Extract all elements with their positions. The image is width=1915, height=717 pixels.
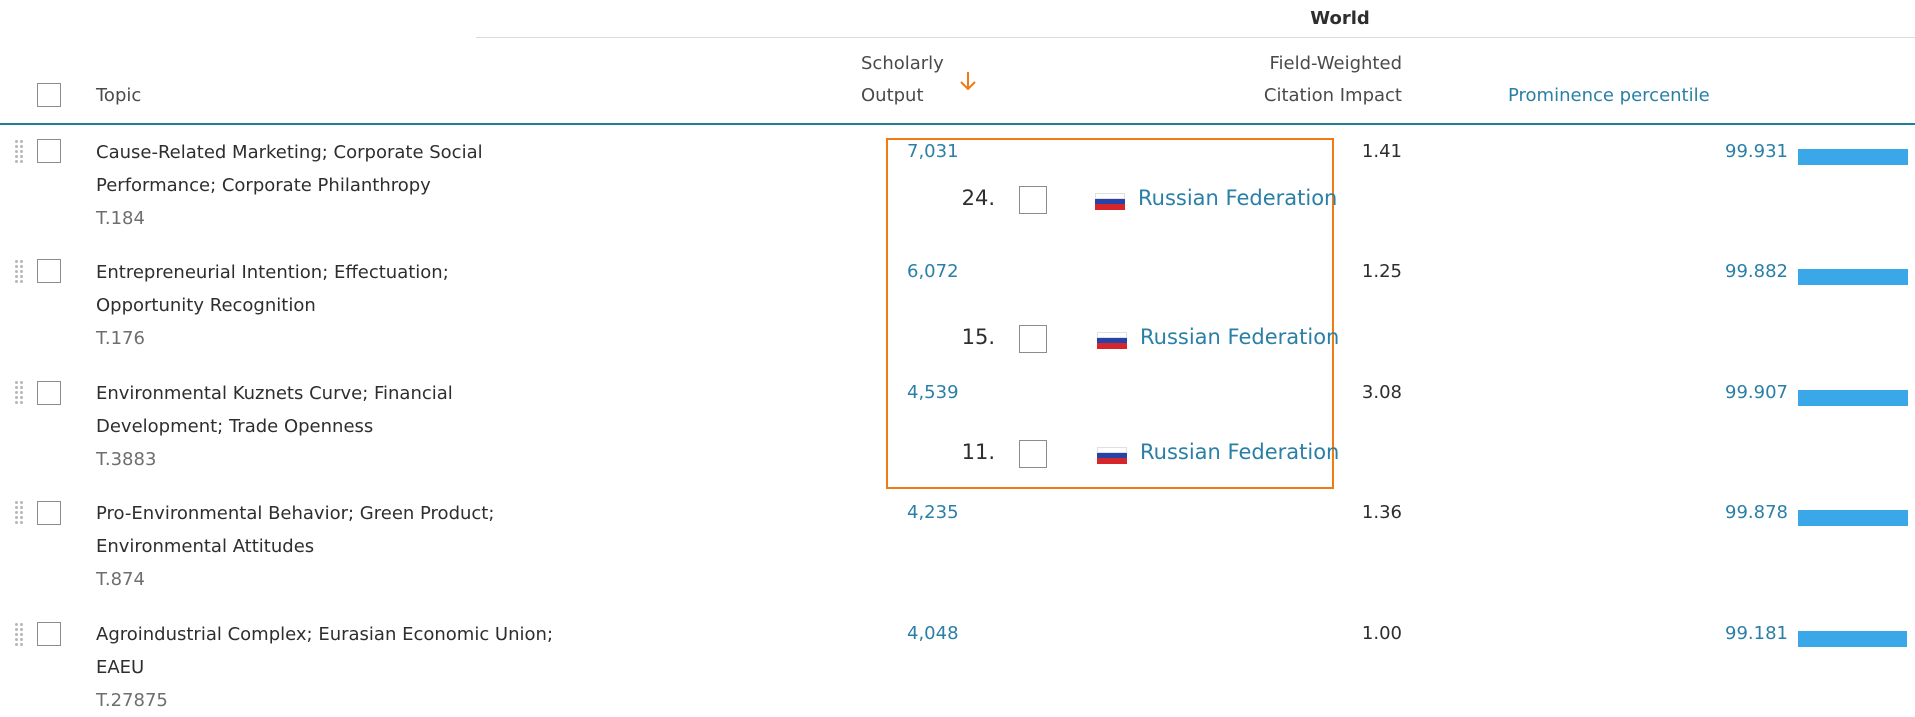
- row-checkbox[interactable]: [37, 259, 61, 283]
- country-rank: 11.: [961, 440, 995, 464]
- scholarly-output-header-line1: Scholarly: [861, 53, 944, 74]
- topic-name-line2[interactable]: Performance; Corporate Philanthropy: [96, 169, 616, 202]
- fwci-header-line1: Field-Weighted: [1269, 53, 1402, 74]
- sort-descending-arrow-icon[interactable]: [958, 70, 978, 92]
- scholarly-output-value[interactable]: 4,235: [907, 502, 959, 523]
- prominence-bar: [1798, 390, 1908, 406]
- country-link[interactable]: Russian Federation: [1140, 325, 1339, 349]
- fwci-header-line2: Citation Impact: [1263, 85, 1402, 106]
- prominence-bar: [1798, 269, 1908, 285]
- country-checkbox[interactable]: [1019, 186, 1047, 214]
- country-checkbox[interactable]: [1019, 325, 1047, 353]
- topic-name-line1[interactable]: Entrepreneurial Intention; Effectuation;: [96, 256, 616, 289]
- topic-column-header[interactable]: Topic: [96, 80, 141, 112]
- scholarly-output-value[interactable]: 4,048: [907, 623, 959, 644]
- row-checkbox[interactable]: [37, 381, 61, 405]
- country-link[interactable]: Russian Federation: [1140, 440, 1339, 464]
- topic-name-line1[interactable]: Environmental Kuznets Curve; Financial: [96, 377, 616, 410]
- prominence-value[interactable]: 99.181: [1700, 623, 1788, 644]
- topic-id: T.176: [96, 328, 145, 349]
- prominence-value[interactable]: 99.907: [1700, 382, 1788, 403]
- scholarly-output-header-line2: Output: [861, 85, 924, 106]
- russia-flag-icon: [1097, 447, 1127, 464]
- topic-cell: Pro-Environmental Behavior; Green Produc…: [96, 497, 616, 596]
- topic-name-line1[interactable]: Cause-Related Marketing; Corporate Socia…: [96, 136, 616, 169]
- prominence-value[interactable]: 99.931: [1700, 141, 1788, 162]
- country-checkbox[interactable]: [1019, 440, 1047, 468]
- topic-id: T.3883: [96, 449, 157, 470]
- world-group-divider: [476, 37, 1915, 38]
- fwci-column-header[interactable]: Field-Weighted Citation Impact: [1200, 48, 1402, 112]
- topic-name-line2[interactable]: Environmental Attitudes: [96, 530, 616, 563]
- topic-cell: Agroindustrial Complex; Eurasian Economi…: [96, 618, 616, 717]
- fwci-value: 1.00: [1361, 623, 1402, 644]
- russia-flag-icon: [1095, 193, 1125, 210]
- topic-name-line1[interactable]: Agroindustrial Complex; Eurasian Economi…: [96, 618, 616, 651]
- topic-cell: Cause-Related Marketing; Corporate Socia…: [96, 136, 616, 235]
- topic-cell: Environmental Kuznets Curve; Financial D…: [96, 377, 616, 476]
- topic-name-line2[interactable]: EAEU: [96, 651, 616, 684]
- topic-name-line1[interactable]: Pro-Environmental Behavior; Green Produc…: [96, 497, 616, 530]
- drag-handle-icon[interactable]: [14, 622, 24, 648]
- drag-handle-icon[interactable]: [14, 259, 24, 285]
- country-rank: 15.: [961, 325, 995, 349]
- topic-id: T.27875: [96, 690, 168, 711]
- topic-id: T.874: [96, 569, 145, 590]
- fwci-value: 1.36: [1361, 502, 1402, 523]
- select-all-checkbox[interactable]: [37, 83, 61, 107]
- drag-handle-icon[interactable]: [14, 500, 24, 526]
- topic-name-line2[interactable]: Opportunity Recognition: [96, 289, 616, 322]
- topic-name-line2[interactable]: Development; Trade Openness: [96, 410, 616, 443]
- prominence-value[interactable]: 99.882: [1700, 261, 1788, 282]
- prominence-value[interactable]: 99.878: [1700, 502, 1788, 523]
- fwci-value: 1.25: [1361, 261, 1402, 282]
- row-checkbox[interactable]: [37, 501, 61, 525]
- russia-flag-icon: [1097, 332, 1127, 349]
- fwci-value: 1.41: [1361, 141, 1402, 162]
- prominence-bar: [1798, 510, 1908, 526]
- row-checkbox[interactable]: [37, 139, 61, 163]
- topic-id: T.184: [96, 208, 145, 229]
- row-checkbox[interactable]: [37, 622, 61, 646]
- country-link[interactable]: Russian Federation: [1138, 186, 1337, 210]
- topic-cell: Entrepreneurial Intention; Effectuation;…: [96, 256, 616, 355]
- world-column-group-title: World: [1310, 8, 1370, 29]
- drag-handle-icon[interactable]: [14, 139, 24, 165]
- country-rank: 24.: [961, 186, 995, 210]
- prominence-percentile-column-header[interactable]: Prominence percentile: [1508, 80, 1710, 112]
- drag-handle-icon[interactable]: [14, 380, 24, 406]
- prominence-bar: [1798, 149, 1908, 165]
- table-header-divider: [0, 123, 1915, 125]
- scholarly-output-column-header[interactable]: Scholarly Output: [861, 48, 944, 112]
- fwci-value: 3.08: [1361, 382, 1402, 403]
- prominence-bar: [1798, 631, 1907, 647]
